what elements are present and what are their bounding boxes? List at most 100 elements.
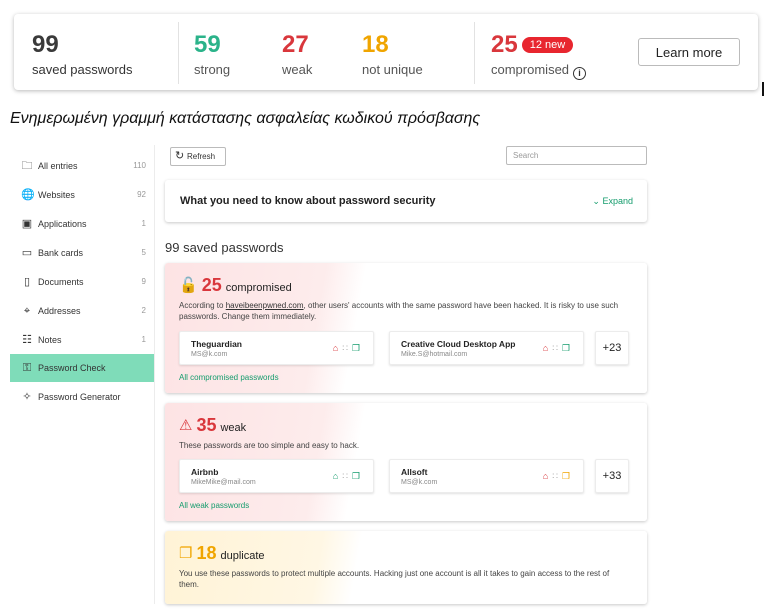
compromised-count: 25 bbox=[491, 31, 518, 58]
desc-text: According to bbox=[179, 301, 226, 310]
warning-icon: ⚠ bbox=[179, 417, 193, 434]
duplicate-header: ❐ 18 duplicate bbox=[179, 543, 265, 564]
entry-status-icons: ⌂∷❐ bbox=[333, 471, 364, 482]
sidebar-item-password-generator[interactable]: ✧ Password Generator bbox=[10, 383, 154, 411]
duplicate-description: You use these passwords to protect multi… bbox=[179, 569, 610, 589]
signal-icon: ∷ bbox=[342, 343, 352, 353]
sidebar-item-count: 5 bbox=[141, 248, 146, 257]
entry-name: Theguardian bbox=[191, 339, 243, 349]
sidebar-item-label: Applications bbox=[38, 219, 87, 229]
entry-user: MS@k.com bbox=[401, 479, 438, 486]
sidebar-item-count: 92 bbox=[137, 190, 146, 199]
chevron-down-icon: ⌄ bbox=[592, 196, 600, 206]
sidebar-item-all-entries[interactable]: 🗀 All entries 110 bbox=[10, 152, 154, 180]
saved-count: 99 bbox=[32, 31, 59, 58]
sidebar-item-label: Addresses bbox=[38, 306, 81, 316]
sidebar-item-bank-cards[interactable]: ▭ Bank cards 5 bbox=[10, 239, 154, 267]
compromised-header: 🔓 25 compromised bbox=[179, 275, 292, 296]
haveibeenpwned-link[interactable]: haveibeenpwned.com bbox=[226, 301, 304, 310]
sidebar-item-websites[interactable]: 🌐 Websites 92 bbox=[10, 181, 154, 209]
info-icon[interactable]: i bbox=[573, 67, 587, 80]
notes-icon: ☷ bbox=[22, 334, 32, 346]
weak-count: 35 bbox=[196, 415, 217, 435]
divider bbox=[474, 22, 475, 84]
duplicate-count: 18 bbox=[196, 543, 217, 563]
sidebar-item-label: Websites bbox=[38, 190, 75, 200]
weak-label: weak bbox=[220, 422, 247, 434]
entry-status-icons: ⌂∷❐ bbox=[543, 471, 574, 482]
unlock-icon: ⌂ bbox=[542, 343, 553, 353]
lock-icon: 🔓 bbox=[179, 277, 198, 294]
credit-card-icon: ▭ bbox=[21, 247, 33, 259]
expand-button[interactable]: ⌄ Expand bbox=[592, 196, 633, 207]
password-entry[interactable]: Creative Cloud Desktop App Mike.S@hotmai… bbox=[389, 331, 584, 365]
location-pin-icon: ⌖ bbox=[23, 305, 31, 317]
folder-icon: 🗀 bbox=[21, 160, 33, 172]
compromised-description: According to haveibeenpwned.com, other u… bbox=[179, 300, 629, 322]
text-cursor bbox=[762, 82, 764, 96]
document-icon: ▯ bbox=[23, 276, 31, 288]
saved-label: saved passwords bbox=[32, 62, 133, 77]
sidebar-item-documents[interactable]: ▯ Documents 9 bbox=[10, 268, 154, 296]
sidebar-item-notes[interactable]: ☷ Notes 1 bbox=[10, 326, 154, 354]
weak-description: These passwords are too simple and easy … bbox=[179, 441, 360, 450]
password-entry[interactable]: Airbnb MikeMike@mail.com ⌂∷❐ bbox=[179, 459, 374, 493]
copy-icon: ❐ bbox=[561, 343, 574, 353]
sidebar-item-label: Notes bbox=[38, 335, 62, 345]
weak-label: weak bbox=[282, 62, 313, 77]
sidebar: 🗀 All entries 110 🌐 Websites 92 ▣ Applic… bbox=[10, 145, 154, 604]
learn-more-button[interactable]: Learn more bbox=[638, 38, 740, 66]
sidebar-item-count: 9 bbox=[141, 277, 146, 286]
entry-user: MS@k.com bbox=[191, 351, 228, 358]
password-status-bar: 99 saved passwords 59 strong 27 weak 18 … bbox=[14, 14, 758, 90]
not-unique-count: 18 bbox=[362, 31, 389, 58]
info-title: What you need to know about password sec… bbox=[180, 195, 436, 207]
compromised-card: 🔓 25 compromised According to haveibeenpwn… bbox=[165, 263, 647, 393]
password-manager-window: 🗀 All entries 110 🌐 Websites 92 ▣ Applic… bbox=[10, 145, 656, 604]
sidebar-item-label: Bank cards bbox=[38, 248, 84, 258]
all-compromised-link[interactable]: All compromised passwords bbox=[179, 373, 279, 382]
search-input[interactable] bbox=[506, 146, 647, 165]
sidebar-item-count: 1 bbox=[141, 219, 146, 228]
refresh-icon: ↻ bbox=[175, 150, 185, 162]
unlock-icon: ⌂ bbox=[332, 343, 343, 353]
entry-status-icons: ⌂∷❐ bbox=[333, 343, 364, 354]
more-entries-button[interactable]: +33 bbox=[595, 459, 629, 493]
new-badge: 12 new bbox=[521, 37, 574, 53]
divider bbox=[178, 22, 179, 84]
sidebar-item-password-check[interactable]: ⚿ Password Check bbox=[10, 354, 154, 382]
sidebar-item-label: Password Check bbox=[38, 363, 106, 373]
magic-wand-icon: ✧ bbox=[22, 391, 32, 403]
duplicate-icon: ❐ bbox=[179, 545, 193, 562]
compromised-label: compromised bbox=[225, 282, 292, 294]
more-entries-button[interactable]: +23 bbox=[595, 331, 629, 365]
password-security-info-card[interactable]: What you need to know about password sec… bbox=[165, 180, 647, 222]
signal-icon: ∷ bbox=[552, 343, 562, 353]
compromised-label-line: compromised i bbox=[491, 62, 587, 80]
caption: Ενημερωμένη γραμμή κατάστασης ασφαλείας … bbox=[10, 110, 481, 127]
duplicate-card: ❐ 18 duplicate You use these passwords to … bbox=[165, 531, 647, 604]
entry-name: Creative Cloud Desktop App bbox=[401, 339, 516, 349]
copy-icon: ❐ bbox=[351, 471, 364, 481]
sidebar-item-addresses[interactable]: ⌖ Addresses 2 bbox=[10, 297, 154, 325]
unlock-icon: ⌂ bbox=[542, 471, 553, 481]
strong-label: strong bbox=[194, 62, 231, 77]
entry-user: MikeMike@mail.com bbox=[191, 479, 256, 486]
entry-user: Mike.S@hotmail.com bbox=[401, 351, 468, 358]
weak-header: ⚠ 35 weak bbox=[179, 415, 246, 436]
refresh-button[interactable]: ↻ Refresh bbox=[170, 147, 226, 166]
strong-count: 59 bbox=[194, 31, 221, 58]
copy-icon: ❐ bbox=[561, 471, 574, 481]
entry-name: Airbnb bbox=[191, 467, 219, 477]
sidebar-item-label: Password Generator bbox=[38, 392, 121, 402]
copy-icon: ❐ bbox=[351, 343, 364, 353]
password-entry[interactable]: Allsoft MS@k.com ⌂∷❐ bbox=[389, 459, 584, 493]
sidebar-item-applications[interactable]: ▣ Applications 1 bbox=[10, 210, 154, 238]
weak-card: ⚠ 35 weak These passwords are too simple a… bbox=[165, 403, 647, 521]
sidebar-item-count: 1 bbox=[141, 335, 146, 344]
password-entry[interactable]: Theguardian MS@k.com ⌂∷❐ bbox=[179, 331, 374, 365]
sidebar-item-label: All entries bbox=[38, 161, 78, 171]
sidebar-item-count: 2 bbox=[141, 306, 146, 315]
all-weak-link[interactable]: All weak passwords bbox=[179, 501, 249, 510]
applications-icon: ▣ bbox=[21, 218, 33, 230]
